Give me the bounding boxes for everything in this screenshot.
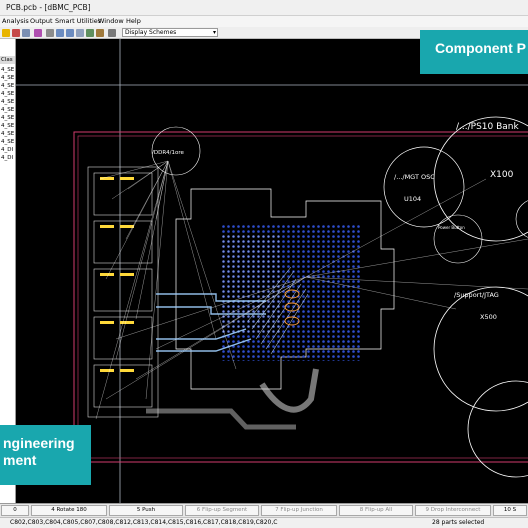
zoom-out-icon[interactable] — [66, 29, 74, 37]
pcb-canvas[interactable]: /DDR4/1ore /.../PS10 Bank X100 /.../MGT … — [16, 39, 528, 503]
x100-label: X100 — [490, 170, 514, 180]
cmd-flip-up-segment-button[interactable]: 6 Flip-up Segment — [185, 505, 259, 516]
panel-row[interactable]: 4_DI — [1, 155, 13, 161]
cmd-flip-up-junction-button[interactable]: 7 Flip-up Junction — [261, 505, 337, 516]
layers-icon[interactable] — [22, 29, 30, 37]
window-title: PCB.pcb - [dBMC_PCB] — [6, 3, 91, 12]
display-scheme-value: Display Schemes — [125, 29, 177, 36]
selection-count: 28 parts selected — [432, 519, 485, 526]
pan-icon[interactable] — [76, 29, 84, 37]
display-scheme-select[interactable]: Display Schemes ▾ — [122, 28, 218, 37]
panel-row[interactable]: 4_SE — [1, 107, 14, 113]
panel-row[interactable]: 4_SE — [1, 91, 14, 97]
stop-icon[interactable] — [12, 29, 20, 37]
panel-row[interactable]: 4_SE — [1, 131, 14, 137]
warning-icon[interactable] — [2, 29, 10, 37]
select-icon[interactable] — [46, 29, 54, 37]
bga-grid-inner — [221, 234, 281, 334]
highlight-icon[interactable] — [34, 29, 42, 37]
cmd-flip-up-all-button[interactable]: 8 Flip-up All — [339, 505, 413, 516]
menu-window[interactable]: Window — [98, 17, 124, 25]
engineering-banner: ngineering ment — [0, 425, 91, 485]
panel-row[interactable]: 4_DI — [1, 147, 13, 153]
component-banner: Component P — [420, 30, 528, 74]
menu-smart-utilities[interactable]: Smart Utilities — [55, 17, 101, 25]
route-bundle — [146, 408, 296, 430]
panel-row[interactable]: 4_SE — [1, 139, 14, 145]
panel-row[interactable]: 4_SE — [1, 123, 14, 129]
mgt-label: /.../MGT OSC — [394, 173, 435, 181]
menu-analysis[interactable]: Analysis — [2, 17, 29, 25]
jtag-label: /Support/JTAG — [454, 291, 499, 299]
x500-label: X500 — [480, 313, 497, 321]
ps10-circle — [433, 116, 528, 242]
cmd-rotate-180-button[interactable]: 4 Rotate 180 — [31, 505, 107, 516]
ddr-label: /DDR4/1ore — [152, 150, 185, 156]
power-button-label: Power Button — [438, 225, 465, 230]
cmd-button-10[interactable]: 10 S — [493, 505, 527, 516]
command-bar: 0 4 Rotate 180 5 Push 6 Flip-up Segment … — [0, 503, 528, 517]
panel-row[interactable]: 4_SE — [1, 75, 14, 81]
engineering-banner-line2: ment — [3, 452, 37, 468]
u104-label: U104 — [404, 195, 421, 203]
menu-help[interactable]: Help — [126, 17, 141, 25]
ddr-pads — [100, 177, 134, 372]
panel-row[interactable]: 4_SE — [1, 99, 14, 105]
menu-bar: Analysis Output Smart Utilities Window H… — [0, 16, 528, 27]
ps10-label: /.../PS10 Bank — [456, 122, 519, 132]
move-icon[interactable] — [96, 29, 104, 37]
engineering-banner-line1: ngineering — [3, 435, 75, 451]
pcb-drawing[interactable]: /DDR4/1ore /.../PS10 Bank X100 /.../MGT … — [16, 39, 528, 503]
cmd-drop-interconnect-button[interactable]: 9 Drop Interconnect — [415, 505, 491, 516]
mgt-circle — [383, 146, 465, 228]
zoom-in-icon[interactable] — [56, 29, 64, 37]
mount-circle — [467, 380, 528, 478]
selection-list: C802,C803,C804,C805,C807,C808,C812,C813,… — [10, 519, 278, 526]
panel-row[interactable]: 4_SE — [1, 67, 14, 73]
ddr-components — [87, 166, 159, 418]
jtag-circle — [433, 286, 528, 412]
cmd-button-0[interactable]: 0 — [1, 505, 29, 516]
panel-row[interactable]: 4_SE — [1, 115, 14, 121]
menu-output[interactable]: Output — [30, 17, 53, 25]
panel-row[interactable]: 4_SE — [1, 83, 14, 89]
chevron-down-icon[interactable]: ▾ — [213, 29, 216, 36]
route-icon[interactable] — [86, 29, 94, 37]
filter-icon[interactable] — [108, 29, 116, 37]
title-bar: PCB.pcb - [dBMC_PCB] — [0, 0, 528, 16]
cmd-push-button[interactable]: 5 Push — [109, 505, 183, 516]
panel-row[interactable]: Clas — [1, 57, 13, 63]
status-bar: C802,C803,C804,C805,C807,C808,C812,C813,… — [0, 517, 528, 528]
power-button-circle — [433, 214, 483, 264]
